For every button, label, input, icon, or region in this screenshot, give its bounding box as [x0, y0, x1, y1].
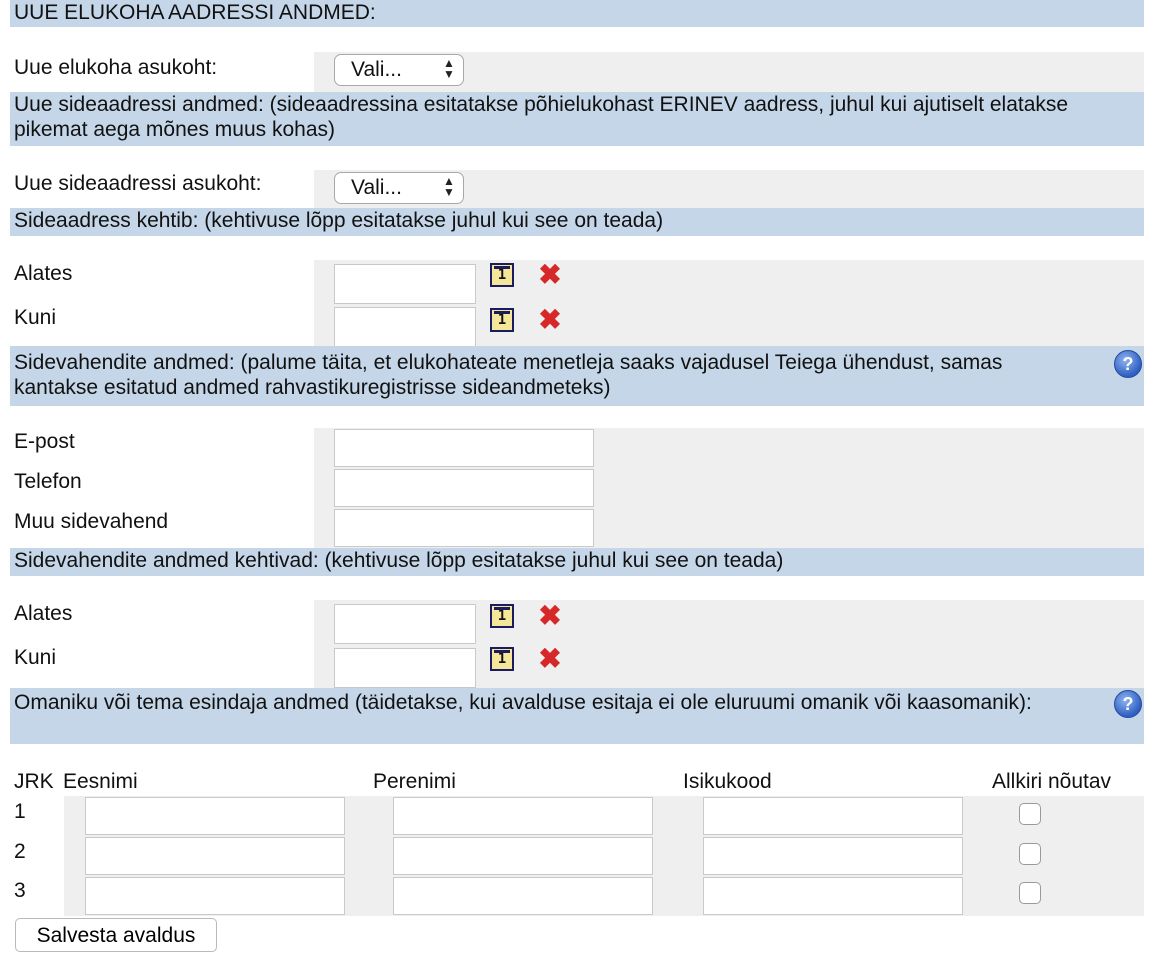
first-name-input[interactable] — [85, 797, 345, 835]
last-name-input[interactable] — [393, 797, 653, 835]
last-name-input[interactable] — [393, 877, 653, 915]
contact-from-date-input[interactable] — [334, 264, 476, 304]
email-label: E-post — [14, 430, 75, 453]
contact-location-select-value: Vali... — [351, 176, 402, 199]
help-icon[interactable]: ? — [1114, 690, 1142, 718]
row-number: 3 — [14, 879, 26, 902]
help-icon[interactable]: ? — [1114, 350, 1142, 378]
signature-required-checkbox[interactable] — [1019, 882, 1041, 904]
means-to-label: Kuni — [14, 646, 57, 669]
select-arrows-icon: ▲ ▼ — [443, 56, 455, 81]
last-name-input[interactable] — [393, 837, 653, 875]
personal-code-input[interactable] — [703, 877, 963, 915]
new-location-select-value: Vali... — [351, 58, 402, 81]
signature-required-checkbox[interactable] — [1019, 843, 1041, 865]
personal-code-input[interactable] — [703, 837, 963, 875]
other-contact-field[interactable] — [334, 509, 594, 547]
email-field[interactable] — [334, 429, 594, 467]
column-header-last-name: Perenimi — [373, 770, 456, 793]
row-number: 1 — [14, 800, 26, 823]
section-title: UUE ELUKOHA AADRESSI ANDMED: — [10, 0, 1144, 27]
first-name-input[interactable] — [85, 877, 345, 915]
column-header-first-name: Eesnimi — [63, 770, 138, 793]
delete-x-icon[interactable]: ✖ — [537, 645, 563, 673]
column-header-signature-required: Allkiri nõutav — [992, 770, 1112, 793]
column-header-personal-code: Isikukood — [683, 770, 772, 793]
owners-info: Omaniku või tema esindaja andmed (täidet… — [10, 688, 1144, 744]
means-to-date-input[interactable] — [334, 648, 476, 688]
delete-x-icon[interactable]: ✖ — [537, 306, 563, 334]
first-name-input[interactable] — [85, 837, 345, 875]
delete-x-icon[interactable]: ✖ — [537, 261, 563, 289]
new-location-label: Uue elukoha asukoht: — [14, 56, 218, 79]
calendar-icon[interactable]: 1 — [490, 604, 514, 628]
select-arrows-icon: ▲ ▼ — [443, 174, 455, 199]
personal-code-input[interactable] — [703, 797, 963, 835]
contact-from-label: Alates — [14, 262, 73, 285]
new-location-select[interactable]: Vali... ▲ ▼ — [334, 54, 464, 86]
save-application-button[interactable]: Salvesta avaldus — [15, 918, 217, 952]
contact-location-select[interactable]: Vali... ▲ ▼ — [334, 172, 464, 204]
calendar-icon[interactable]: 1 — [490, 647, 514, 671]
contact-means-validity-info: Sidevahendite andmed kehtivad: (kehtivus… — [10, 548, 1144, 576]
signature-required-checkbox[interactable] — [1019, 803, 1041, 825]
phone-field[interactable] — [334, 469, 594, 507]
row-number: 2 — [14, 840, 26, 863]
means-from-date-input[interactable] — [334, 604, 476, 644]
contact-address-info: Uue sideaadressi andmed: (sideaadressina… — [10, 92, 1144, 146]
phone-label: Telefon — [14, 470, 82, 493]
contact-to-label: Kuni — [14, 306, 57, 329]
calendar-icon[interactable]: 1 — [490, 308, 514, 332]
contact-address-validity-info: Sideaadress kehtib: (kehtivuse lõpp esit… — [10, 208, 1144, 236]
contact-location-label: Uue sideaadressi asukoht: — [14, 172, 262, 195]
other-contact-label: Muu sidevahend — [14, 510, 169, 533]
column-header-jrk: JRK — [14, 770, 54, 793]
means-from-label: Alates — [14, 602, 73, 625]
delete-x-icon[interactable]: ✖ — [537, 602, 563, 630]
contact-to-date-input[interactable] — [334, 307, 476, 347]
calendar-icon[interactable]: 1 — [490, 263, 514, 287]
contact-means-info: Sidevahendite andmed: (palume täita, et … — [10, 346, 1144, 406]
